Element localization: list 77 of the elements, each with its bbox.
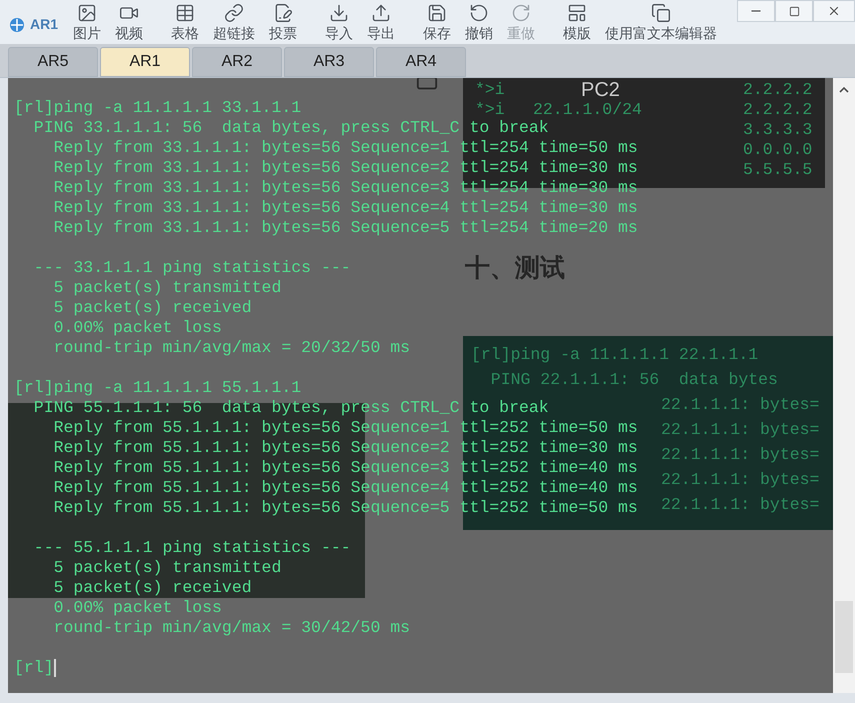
toolbar-button[interactable]: 投票 xyxy=(262,0,304,43)
route-next-hop: 3.3.3.3 xyxy=(743,120,812,140)
tab[interactable]: AR4 xyxy=(376,47,466,77)
terminal-line: [rl]ping -a 11.1.1.1 33.1.1.1 xyxy=(14,98,302,118)
toolbar-button[interactable]: 视频 xyxy=(108,0,150,43)
terminal-line: 22.1.1.1: bytes= xyxy=(661,419,820,441)
tab[interactable]: AR2 xyxy=(192,47,282,77)
terminal-line: Reply from 33.1.1.1: bytes=56 Sequence=5 ttl=254 time=20 ms xyxy=(52,218,638,238)
terminal-line: 0.00% packet loss xyxy=(52,598,222,618)
route-next-hop: 2.2.2.2 xyxy=(743,80,812,100)
app-logo-icon xyxy=(8,16,26,32)
terminal-line: Reply from 55.1.1.1: bytes=56 Sequence=3 ttl=252 time=40 ms xyxy=(52,458,638,478)
terminal-line: Reply from 33.1.1.1: bytes=56 Sequence=3 ttl=254 time=30 ms xyxy=(52,178,638,198)
terminal-line: round-trip min/avg/max = 20/32/50 ms xyxy=(52,338,410,358)
redo-icon xyxy=(511,3,531,23)
terminal-line: Reply from 55.1.1.1: bytes=56 Sequence=5 ttl=252 time=50 ms xyxy=(52,498,638,518)
route-status-code: *>i xyxy=(475,80,505,99)
terminal-line: Reply from 33.1.1.1: bytes=56 Sequence=1 ttl=254 time=50 ms xyxy=(52,138,638,158)
terminal-line: Reply from 33.1.1.1: bytes=56 Sequence=4 ttl=254 time=30 ms xyxy=(52,198,638,218)
save-icon xyxy=(427,3,447,23)
terminal-line: 5 packet(s) transmitted xyxy=(52,558,282,578)
undo-icon xyxy=(469,3,489,23)
toolbar-button[interactable]: 导入 xyxy=(318,0,360,43)
terminal-line: 22.1.1.1: bytes= xyxy=(661,394,820,416)
toolbar-button[interactable]: 撤销 xyxy=(458,0,500,43)
route-status-code: *>i xyxy=(475,100,505,119)
terminal-line: [rl]ping -a 11.1.1.1 55.1.1.1 xyxy=(14,378,302,398)
table-icon xyxy=(175,3,195,23)
route-next-hop: 5.5.5.5 xyxy=(743,160,812,180)
window-title: AR1 xyxy=(30,15,58,34)
download-icon xyxy=(329,3,349,23)
maximize-icon xyxy=(788,6,800,16)
toolbar-button[interactable]: 使用富文本编辑器 xyxy=(598,0,724,43)
terminal-line: [rl]ping -a 11.1.1.1 22.1.1.1 xyxy=(471,344,758,366)
terminal-line: 22.1.1.1: bytes= xyxy=(661,494,820,516)
route-network: 22.1.1.0/24 xyxy=(533,100,642,119)
terminal-line: --- 55.1.1.1 ping statistics --- xyxy=(32,538,351,558)
pen-document-icon xyxy=(273,3,293,23)
tab[interactable]: AR5 xyxy=(8,47,98,77)
terminal-line: --- 33.1.1.1 ping statistics --- xyxy=(32,258,351,278)
image-icon xyxy=(77,3,97,23)
terminal-line: Reply from 55.1.1.1: bytes=56 Sequence=2 ttl=252 time=30 ms xyxy=(52,438,638,458)
terminal-line: PING 22.1.1.1: 56 data bytes xyxy=(490,369,778,391)
node-label: PC2 xyxy=(580,79,620,101)
terminal-line: PING 33.1.1.1: 56 data bytes, press CTRL_C to break xyxy=(32,118,549,138)
close-icon xyxy=(827,4,841,18)
template-icon xyxy=(567,3,587,23)
terminal-prompt: [rl] xyxy=(14,658,54,678)
upload-icon xyxy=(371,3,391,23)
terminal-line: Reply from 55.1.1.1: bytes=56 Sequence=4 ttl=252 time=40 ms xyxy=(52,478,638,498)
terminal-line: round-trip min/avg/max = 30/42/50 ms xyxy=(52,618,410,638)
tab[interactable]: AR1 xyxy=(100,47,190,77)
terminal-line: Reply from 55.1.1.1: bytes=56 Sequence=1 ttl=252 time=50 ms xyxy=(52,418,638,438)
terminal-line: 0.00% packet loss xyxy=(52,318,222,338)
section-heading: 十、测试 xyxy=(465,253,565,284)
scroll-up-icon xyxy=(839,86,849,94)
toolbar-button[interactable]: 模版 xyxy=(556,0,598,43)
terminal-line: 5 packet(s) received xyxy=(52,578,252,598)
tab[interactable]: AR3 xyxy=(284,47,374,77)
link-icon xyxy=(224,3,244,23)
toolbar-button[interactable]: 超链接 xyxy=(206,0,262,43)
terminal-line: PING 55.1.1.1: 56 data bytes, press CTRL_C to break xyxy=(32,398,549,418)
terminal-line: 5 packet(s) transmitted xyxy=(52,278,282,298)
maximize-button[interactable] xyxy=(775,0,813,22)
toolbar-button[interactable]: 图片 xyxy=(66,0,108,43)
copy-icon xyxy=(651,3,671,23)
route-next-hop: 2.2.2.2 xyxy=(743,100,812,120)
text-cursor xyxy=(54,659,56,677)
terminal-line: 22.1.1.1: bytes= xyxy=(661,444,820,466)
terminal-line: 22.1.1.1: bytes= xyxy=(661,469,820,491)
close-button[interactable] xyxy=(813,0,855,22)
route-next-hop: 0.0.0.0 xyxy=(743,140,812,160)
toolbar-button[interactable]: 保存 xyxy=(416,0,458,43)
terminal-line: Reply from 33.1.1.1: bytes=56 Sequence=2 ttl=254 time=30 ms xyxy=(52,158,638,178)
terminal-line: 5 packet(s) received xyxy=(52,298,252,318)
toolbar-button[interactable]: 导出 xyxy=(360,0,402,43)
toolbar-button[interactable]: 表格 xyxy=(164,0,206,43)
